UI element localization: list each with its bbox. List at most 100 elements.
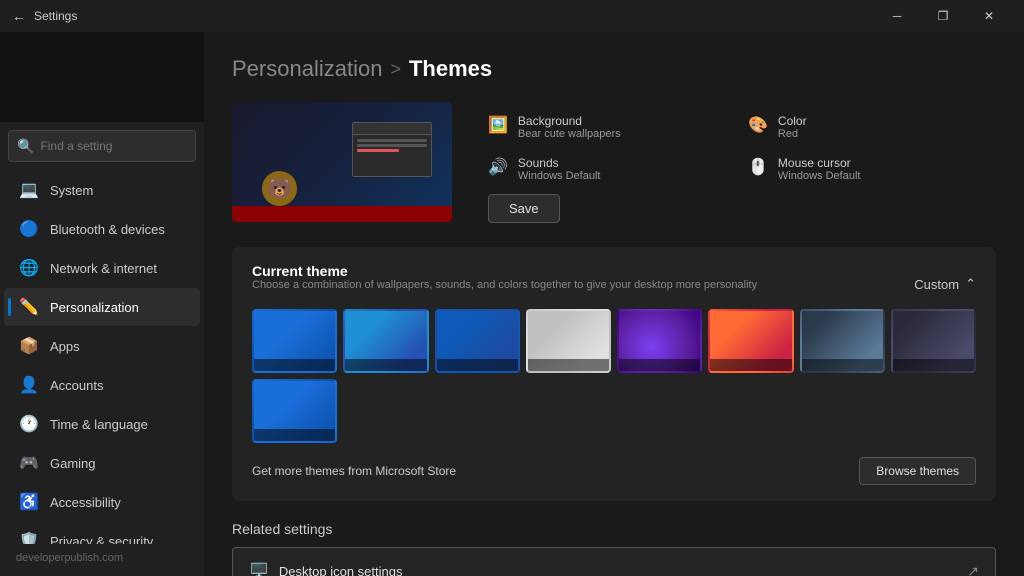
thumb-taskbar: [437, 359, 518, 371]
sidebar-item-personalization[interactable]: ✏️ Personalization: [4, 288, 200, 326]
sidebar-item-system[interactable]: 💻 System: [4, 171, 200, 209]
user-avatar: [0, 32, 204, 122]
sidebar-item-accessibility[interactable]: ♿ Accessibility: [4, 483, 200, 521]
theme-thumb-8[interactable]: [891, 309, 976, 373]
thumb-taskbar: [254, 359, 335, 371]
sounds-icon: 🔊: [488, 157, 508, 177]
color-detail: 🎨 Color Red: [736, 106, 996, 148]
titlebar: ← Settings ─ ❐ ✕: [0, 0, 1024, 32]
sidebar-item-time[interactable]: 🕐 Time & language: [4, 405, 200, 443]
search-box[interactable]: 🔍: [8, 130, 196, 162]
theme-preview-image: 🐻: [232, 102, 452, 222]
theme-thumb-7[interactable]: [800, 309, 885, 373]
sounds-text: Sounds Windows Default: [518, 156, 601, 182]
sidebar-item-bluetooth[interactable]: 🔵 Bluetooth & devices: [4, 210, 200, 248]
search-input[interactable]: [40, 139, 195, 153]
sidebar-nav: 💻 System 🔵 Bluetooth & devices 🌐 Network…: [0, 170, 204, 544]
background-icon: 🖼️: [488, 115, 508, 135]
preview-card: 🐻 🖼️ Background: [232, 102, 996, 223]
theme-dropdown[interactable]: Custom ⌃: [914, 276, 976, 292]
theme-thumb-5[interactable]: [617, 309, 702, 373]
desktop-icon-left: 🖥️ Desktop icon settings: [249, 562, 403, 576]
mouse-cursor-value: Windows Default: [778, 170, 861, 182]
breadcrumb: Personalization > Themes: [232, 56, 996, 82]
sidebar-footer: developerpublish.com: [0, 544, 204, 576]
restore-button[interactable]: ❐: [920, 0, 966, 32]
mouse-cursor-label: Mouse cursor: [778, 156, 861, 170]
thumb-taskbar: [619, 359, 700, 371]
theme-thumb-1[interactable]: [252, 309, 337, 373]
sidebar-item-accounts[interactable]: 👤 Accounts: [4, 366, 200, 404]
background-text: Background Bear cute wallpapers: [518, 114, 621, 140]
section-title-block: Current theme Choose a combination of wa…: [252, 263, 757, 305]
main-layout: 🔍 💻 System 🔵 Bluetooth & devices 🌐 Netwo…: [0, 32, 1024, 576]
sidebar-item-label: System: [50, 183, 93, 198]
system-icon: 💻: [20, 181, 38, 199]
theme-thumb-4[interactable]: [526, 309, 611, 373]
security-icon: 🛡️: [20, 532, 38, 544]
content-area: Personalization > Themes 🐻: [204, 32, 1024, 576]
sidebar-item-label: Time & language: [50, 417, 148, 432]
theme-thumb-9[interactable]: [252, 379, 337, 443]
theme-thumb-3[interactable]: [435, 309, 520, 373]
color-icon: 🎨: [748, 115, 768, 135]
breadcrumb-current: Themes: [409, 56, 492, 82]
sounds-detail: 🔊 Sounds Windows Default: [476, 148, 736, 190]
thumb-taskbar: [345, 359, 426, 371]
section-header: Current theme Choose a combination of wa…: [252, 263, 976, 305]
browse-themes-button[interactable]: Browse themes: [859, 457, 976, 485]
preview-line-1: [357, 139, 427, 142]
related-settings-section: Related settings 🖥️ Desktop icon setting…: [232, 521, 996, 576]
sidebar-item-label: Apps: [50, 339, 80, 354]
thumb-taskbar: [893, 359, 974, 371]
preview-window-content: [353, 135, 431, 158]
sidebar-item-label: Personalization: [50, 300, 139, 315]
preview-taskbar: [232, 206, 452, 222]
accounts-icon: 👤: [20, 376, 38, 394]
section-subtitle: Choose a combination of wallpapers, soun…: [252, 279, 757, 291]
close-button[interactable]: ✕: [966, 0, 1012, 32]
background-value: Bear cute wallpapers: [518, 128, 621, 140]
sidebar-item-apps[interactable]: 📦 Apps: [4, 327, 200, 365]
sidebar-item-label: Accessibility: [50, 495, 121, 510]
current-theme-section: Current theme Choose a combination of wa…: [232, 247, 996, 501]
more-themes-row: Get more themes from Microsoft Store Bro…: [252, 457, 976, 485]
sidebar-item-gaming[interactable]: 🎮 Gaming: [4, 444, 200, 482]
thumb-taskbar: [254, 429, 335, 441]
sounds-label: Sounds: [518, 156, 601, 170]
minimize-button[interactable]: ─: [874, 0, 920, 32]
background-detail: 🖼️ Background Bear cute wallpapers: [476, 106, 736, 148]
preview-details: 🖼️ Background Bear cute wallpapers 🎨 Col…: [476, 102, 996, 223]
back-icon[interactable]: ←: [12, 8, 26, 24]
custom-label: Custom: [914, 277, 959, 292]
preview-bg: 🐻: [232, 102, 452, 222]
theme-thumb-6[interactable]: [708, 309, 793, 373]
network-icon: 🌐: [20, 259, 38, 277]
sidebar-item-label: Bluetooth & devices: [50, 222, 165, 237]
external-link-icon: ↗: [967, 563, 979, 576]
theme-thumb-2[interactable]: [343, 309, 428, 373]
sidebar-item-security[interactable]: 🛡️ Privacy & security: [4, 522, 200, 544]
sidebar-item-network[interactable]: 🌐 Network & internet: [4, 249, 200, 287]
mouse-cursor-text: Mouse cursor Windows Default: [778, 156, 861, 182]
desktop-icon-label: Desktop icon settings: [279, 564, 403, 576]
breadcrumb-separator: >: [390, 59, 401, 80]
desktop-icon-settings-row[interactable]: 🖥️ Desktop icon settings ↗: [232, 547, 996, 576]
search-icon: 🔍: [17, 138, 34, 155]
sidebar: 🔍 💻 System 🔵 Bluetooth & devices 🌐 Netwo…: [0, 32, 204, 576]
sounds-value: Windows Default: [518, 170, 601, 182]
sidebar-item-label: Gaming: [50, 456, 96, 471]
accessibility-icon: ♿: [20, 493, 38, 511]
background-label: Background: [518, 114, 621, 128]
color-text: Color Red: [778, 114, 807, 140]
preview-window: [352, 122, 432, 177]
thumb-taskbar: [528, 359, 609, 371]
preview-line-2: [357, 144, 427, 147]
breadcrumb-parent[interactable]: Personalization: [232, 56, 382, 82]
color-label: Color: [778, 114, 807, 128]
theme-grid: [252, 309, 976, 443]
mouse-cursor-detail: 🖱️ Mouse cursor Windows Default: [736, 148, 996, 190]
bluetooth-icon: 🔵: [20, 220, 38, 238]
save-button[interactable]: Save: [488, 194, 560, 223]
titlebar-controls: ─ ❐ ✕: [874, 0, 1012, 32]
